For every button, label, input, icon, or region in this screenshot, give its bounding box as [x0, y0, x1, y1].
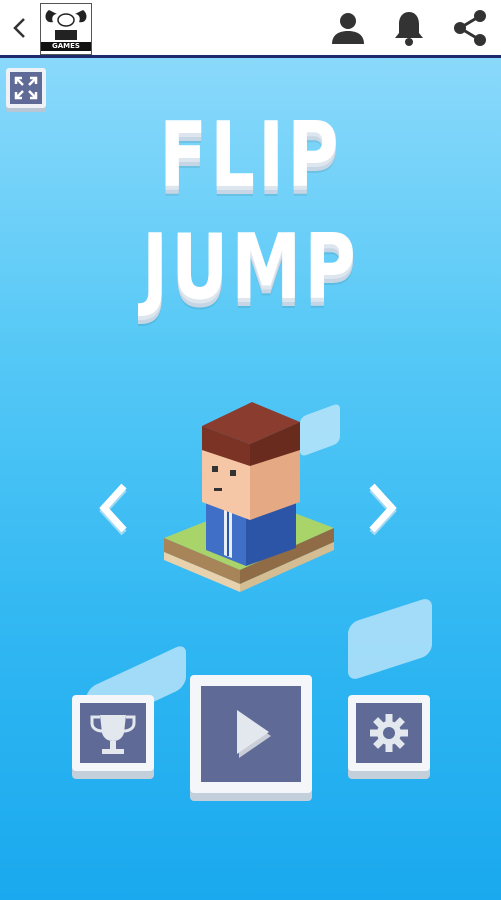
game-canvas: FLIP JUMP — [0, 58, 501, 900]
settings-button-face — [356, 703, 422, 763]
character-on-platform — [164, 402, 334, 592]
app-logo: GAMES — [40, 3, 92, 55]
logo-text: GAMES — [41, 42, 91, 51]
fullscreen-button-face — [10, 72, 42, 104]
chevron-left-icon[interactable] — [8, 14, 30, 42]
fullscreen-button[interactable] — [6, 68, 46, 108]
bell-icon[interactable] — [389, 8, 429, 48]
leaderboard-button[interactable] — [72, 695, 154, 771]
share-icon[interactable] — [450, 8, 490, 48]
logo-graphic — [45, 10, 87, 40]
trophy-icon — [90, 715, 136, 754]
game-title-line-2: JUMP — [142, 215, 359, 320]
app-bar: GAMES — [0, 0, 501, 58]
play-button-face — [201, 686, 301, 782]
expand-icon — [14, 76, 38, 100]
game-title-line-1: FLIP — [159, 103, 342, 208]
settings-button[interactable] — [348, 695, 430, 771]
previous-character-arrow-icon[interactable] — [94, 478, 134, 538]
play-button[interactable] — [190, 675, 312, 793]
gear-icon — [370, 714, 408, 752]
leaderboard-button-face — [80, 703, 146, 763]
user-icon[interactable] — [328, 8, 368, 48]
play-icon — [237, 710, 271, 758]
